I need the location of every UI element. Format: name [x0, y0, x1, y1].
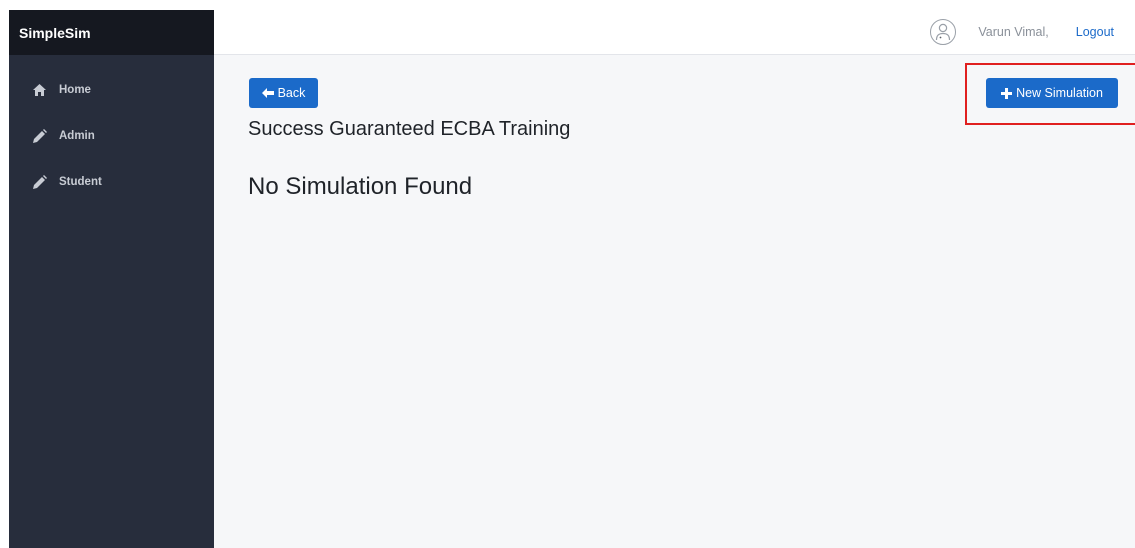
sidebar-item-admin[interactable]: Admin — [9, 113, 214, 159]
main-area: Varun Vimal, Logout Back New Simulation … — [214, 10, 1135, 548]
sidebar-item-home[interactable]: Home — [9, 67, 214, 113]
pencil-icon — [31, 174, 47, 190]
logout-link[interactable]: Logout — [1076, 25, 1114, 39]
new-simulation-button[interactable]: New Simulation — [986, 78, 1118, 108]
sidebar-nav: Home Admin Student — [9, 55, 214, 205]
sidebar-item-student[interactable]: Student — [9, 159, 214, 205]
brand-logo[interactable]: SimpleSim — [9, 10, 214, 55]
home-icon — [31, 82, 47, 98]
sidebar-item-label: Home — [59, 84, 91, 96]
top-bar: Varun Vimal, Logout — [214, 10, 1135, 55]
content-area: Back New Simulation Success Guaranteed E… — [214, 55, 1135, 548]
sidebar-item-label: Admin — [59, 130, 95, 142]
back-button[interactable]: Back — [249, 78, 318, 108]
sidebar: SimpleSim Home Admin Student — [9, 10, 214, 548]
sidebar-item-label: Student — [59, 176, 102, 188]
empty-state-message: No Simulation Found — [248, 173, 473, 200]
plus-icon — [1001, 87, 1013, 99]
app-window: SimpleSim Home Admin Student Varun Vimal… — [9, 10, 1135, 548]
user-name: Varun Vimal, — [978, 25, 1049, 39]
arrow-left-icon — [261, 88, 274, 98]
page-title: Success Guaranteed ECBA Training — [248, 118, 571, 140]
new-simulation-label: New Simulation — [1016, 86, 1103, 100]
user-avatar-icon[interactable] — [930, 19, 957, 45]
back-button-label: Back — [277, 86, 306, 100]
pencil-icon — [31, 128, 47, 144]
